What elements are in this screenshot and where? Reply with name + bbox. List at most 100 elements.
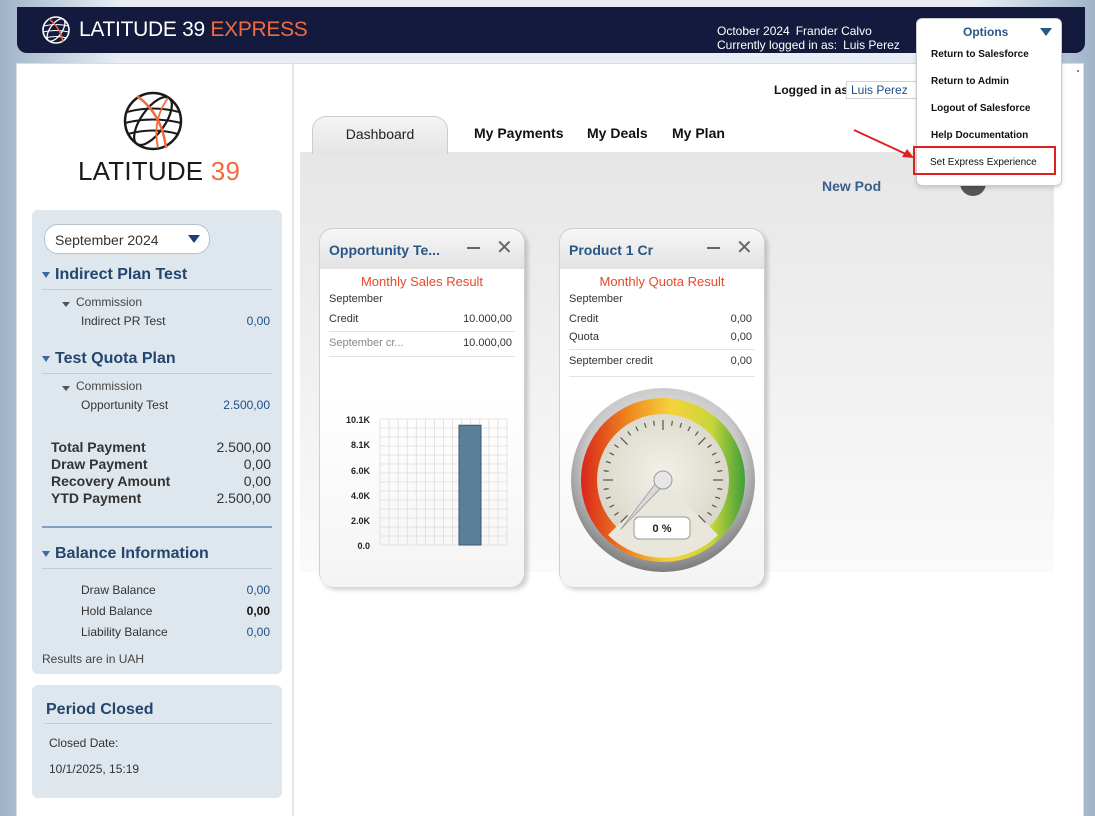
gauge-tick xyxy=(717,470,723,472)
pod-body: Monthly Sales Result September Credit 10… xyxy=(320,269,524,587)
scroll-marker xyxy=(1077,70,1079,72)
period-closed-panel: Period Closed Closed Date: 10/1/2025, 15… xyxy=(32,685,282,798)
tab-my-payments[interactable]: My Payments xyxy=(474,125,563,141)
bar-chart: 0.02.0K4.0K6.0K8.1K10.1KJulAugSep xyxy=(346,415,508,549)
commission-group-1[interactable]: Commission xyxy=(62,295,142,309)
pod-period: September xyxy=(569,293,623,305)
plan-header-quota[interactable]: Test Quota Plan xyxy=(42,350,176,368)
item-label[interactable]: Opportunity Test xyxy=(81,398,168,412)
quota-value: 0,00 xyxy=(730,331,752,343)
ytd-payment-value: 2.500,00 xyxy=(216,490,272,506)
september-credit-label: September cr... xyxy=(329,337,404,349)
balance-header[interactable]: Balance Information xyxy=(42,545,209,563)
gauge-tick xyxy=(653,420,655,426)
collapse-triangle-icon xyxy=(42,551,50,557)
tab-my-deals[interactable]: My Deals xyxy=(587,125,648,141)
menu-item-return-salesforce[interactable]: Return to Salesforce xyxy=(931,49,1029,60)
menu-item-set-express-experience[interactable]: Set Express Experience xyxy=(930,157,1037,168)
brand-logo[interactable]: LATITUDE 39 EXPRESS xyxy=(41,15,308,45)
collapse-triangle-icon xyxy=(62,385,70,391)
pod-header[interactable]: Product 1 Cr ✕ xyxy=(560,229,764,269)
pod-header[interactable]: Opportunity Te... ✕ xyxy=(320,229,524,269)
gauge-value-text: 0 % xyxy=(653,523,672,535)
gauge-tick xyxy=(603,488,609,490)
draw-balance-label: Draw Balance xyxy=(81,583,156,597)
divider xyxy=(569,376,755,377)
menu-item-logout[interactable]: Logout of Salesforce xyxy=(931,103,1030,114)
close-icon[interactable]: ✕ xyxy=(496,238,513,258)
close-icon[interactable]: ✕ xyxy=(736,238,753,258)
september-credit-value: 0,00 xyxy=(730,355,752,367)
total-payment-label: Total Payment xyxy=(51,439,146,455)
plan-title: Test Quota Plan xyxy=(55,350,176,367)
september-credit-label: September credit xyxy=(569,355,653,367)
y-tick-label: 0.0 xyxy=(357,541,370,549)
minimize-icon[interactable] xyxy=(467,247,480,249)
divider xyxy=(569,349,755,350)
y-tick-label: 10.1K xyxy=(346,415,371,425)
new-pod-button[interactable]: New Pod xyxy=(822,178,881,194)
item-value: 0,00 xyxy=(246,314,270,328)
draw-payment-label: Draw Payment xyxy=(51,456,148,472)
balance-title: Balance Information xyxy=(55,545,209,562)
period-label: October 2024 xyxy=(717,24,790,38)
options-menu-toggle[interactable]: Options xyxy=(963,25,1008,39)
menu-item-return-admin[interactable]: Return to Admin xyxy=(931,76,1009,87)
draw-balance-value: 0,00 xyxy=(246,583,270,597)
credit-label: Credit xyxy=(329,313,359,325)
chevron-down-icon[interactable] xyxy=(1040,28,1052,36)
logo-main-text: LATITUDE xyxy=(78,156,211,186)
y-tick-label: 8.1K xyxy=(351,440,371,450)
divider xyxy=(42,373,272,374)
brand-name: LATITUDE 39 xyxy=(79,18,205,41)
tab-dashboard[interactable]: Dashboard xyxy=(312,116,448,154)
divider xyxy=(42,526,272,528)
pod-subtitle: Monthly Sales Result xyxy=(360,274,484,289)
gauge-tick xyxy=(603,470,609,472)
pod-period: September xyxy=(329,293,383,305)
logged-in-as-field[interactable]: Luis Perez xyxy=(846,81,926,99)
period-select-value: September 2024 xyxy=(55,232,159,248)
pod-title: Product 1 Cr xyxy=(569,242,654,258)
group-label: Commission xyxy=(76,379,143,393)
closed-date-label: Closed Date: xyxy=(49,736,119,750)
y-tick-label: 6.0K xyxy=(351,466,371,476)
credit-label: Credit xyxy=(569,313,599,325)
currency-note: Results are in UAH xyxy=(42,652,145,666)
collapse-triangle-icon xyxy=(62,301,70,307)
draw-payment-value: 0,00 xyxy=(243,456,271,472)
minimize-icon[interactable] xyxy=(707,247,720,249)
divider xyxy=(42,568,272,569)
bar xyxy=(458,424,482,546)
group-label: Commission xyxy=(76,295,143,309)
commission-group-2[interactable]: Commission xyxy=(62,379,142,393)
quota-gauge: 0 % xyxy=(571,388,755,572)
pod-opportunity: Opportunity Te... ✕ Monthly Sales Result… xyxy=(319,228,525,587)
sidebar-panel: September 2024 Indirect Plan Test Commis… xyxy=(32,210,282,674)
logo-text: LATITUDE 39 xyxy=(78,156,240,187)
recovery-amount-label: Recovery Amount xyxy=(51,473,171,489)
gauge-tick xyxy=(717,488,723,490)
plan-header-indirect[interactable]: Indirect Plan Test xyxy=(42,266,187,284)
tab-my-plan[interactable]: My Plan xyxy=(672,125,725,141)
y-tick-label: 2.0K xyxy=(351,516,371,526)
period-select[interactable]: September 2024 xyxy=(44,224,210,254)
menu-item-help-documentation[interactable]: Help Documentation xyxy=(931,130,1028,141)
divider xyxy=(329,356,515,357)
pod-product: Product 1 Cr ✕ Monthly Quota Result Sept… xyxy=(559,228,765,587)
user-info: October 2024 Frander Calvo Currently logg… xyxy=(717,24,900,52)
annotation-arrow xyxy=(853,129,914,158)
divider xyxy=(42,289,272,290)
logged-in-as-label: Logged in as: xyxy=(774,83,852,97)
pod-title: Opportunity Te... xyxy=(329,242,440,258)
vertical-divider xyxy=(292,63,294,816)
globe-icon xyxy=(42,16,70,44)
collapse-triangle-icon xyxy=(42,272,50,278)
period-closed-title: Period Closed xyxy=(46,701,154,718)
logged-in-label: Currently logged in as: xyxy=(717,38,838,52)
pod-subtitle: Monthly Quota Result xyxy=(599,274,725,289)
credit-value: 10.000,00 xyxy=(463,313,512,325)
item-label[interactable]: Indirect PR Test xyxy=(81,314,165,328)
hold-balance-label: Hold Balance xyxy=(81,604,153,618)
chevron-down-icon xyxy=(188,235,200,243)
